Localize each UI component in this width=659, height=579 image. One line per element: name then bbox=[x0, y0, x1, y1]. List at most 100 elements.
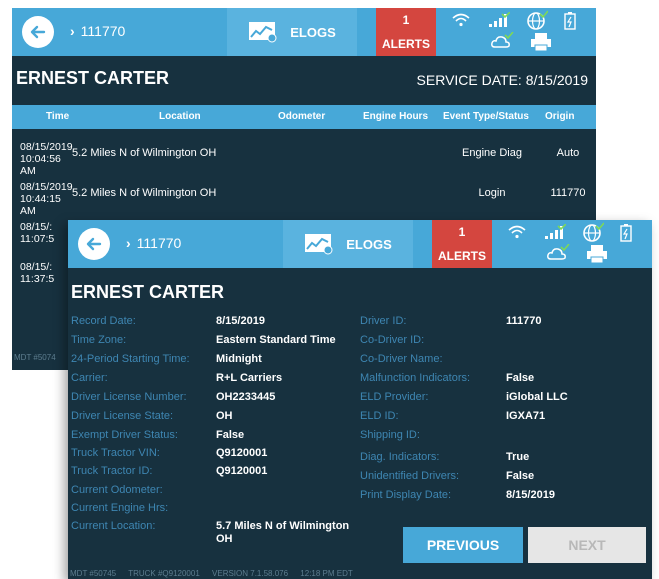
alerts-label: ALERTS bbox=[382, 37, 430, 51]
elogs-label: ELOGS bbox=[346, 236, 392, 252]
field-label: Driver ID: bbox=[360, 315, 407, 327]
front-driver-info-screen: › 111770 ELOGS 1 ALERTS ERNEST CARTER Re… bbox=[68, 220, 652, 579]
printer-icon bbox=[531, 33, 551, 52]
field-label: Print Display Date: bbox=[360, 489, 452, 501]
footer-version: VERSION 7.1.58.076 bbox=[212, 569, 289, 578]
row-date: 08/15/2019 bbox=[20, 141, 73, 153]
row-time: 08/15/2019 10:44:15 AM bbox=[20, 181, 73, 217]
field-value: False bbox=[506, 372, 535, 384]
alerts-count: 1 bbox=[402, 13, 410, 27]
field-value: IGXA71 bbox=[506, 410, 546, 422]
field-label: Unidentified Drivers: bbox=[360, 470, 460, 482]
status-icons bbox=[442, 8, 596, 56]
breadcrumb[interactable]: › 111770 bbox=[126, 235, 181, 251]
row-date: 08/15/: bbox=[20, 261, 53, 273]
column-header: Location bbox=[159, 111, 201, 122]
field-value: R+L Carriers bbox=[216, 372, 283, 384]
breadcrumb-driver-id: 111770 bbox=[136, 235, 182, 251]
field-label: Time Zone: bbox=[71, 334, 127, 346]
back-button[interactable] bbox=[22, 16, 54, 48]
wifi-icon bbox=[508, 225, 526, 239]
field-value: 5.7 Miles N of Wilmington bbox=[216, 520, 350, 532]
field-label: Co-Driver ID: bbox=[360, 334, 425, 346]
row-time: 08/15/2019 10:04:56 AM bbox=[20, 141, 73, 177]
field-value: Q9120001 bbox=[216, 447, 268, 459]
cloud-icon bbox=[491, 32, 514, 48]
field-label: Driver License Number: bbox=[71, 391, 187, 403]
elogs-label: ELOGS bbox=[290, 24, 336, 40]
column-header: Odometer bbox=[278, 111, 326, 122]
field-value: Midnight bbox=[216, 353, 262, 365]
alerts-label: ALERTS bbox=[438, 249, 486, 263]
row-time: 08/15/: 11:37:5 bbox=[20, 261, 72, 285]
field-value: 111770 bbox=[506, 315, 542, 327]
alerts-count: 1 bbox=[458, 225, 466, 239]
field-value: OH2233445 bbox=[216, 391, 276, 403]
next-button[interactable]: NEXT bbox=[528, 527, 646, 563]
field-label: Current Engine Hrs: bbox=[71, 502, 169, 514]
row-date: 08/15/2019 bbox=[20, 181, 73, 193]
elogs-chart-icon bbox=[305, 234, 333, 255]
breadcrumb-driver-id: 111770 bbox=[80, 23, 126, 39]
row-location: 5.2 Miles N of Wilmington OH bbox=[72, 147, 217, 159]
battery-icon bbox=[564, 12, 576, 30]
row-clock: 10:44:15 AM bbox=[20, 193, 61, 217]
cloud-icon bbox=[547, 244, 570, 260]
field-label: Co-Driver Name: bbox=[360, 353, 443, 365]
field-label: ELD Provider: bbox=[360, 391, 429, 403]
field-label: Diag. Indicators: bbox=[360, 451, 440, 463]
field-label: ELD ID: bbox=[360, 410, 399, 422]
alerts-button[interactable]: 1 ALERTS bbox=[376, 8, 436, 56]
field-value: 8/15/2019 bbox=[216, 315, 265, 327]
field-label: Exempt Driver Status: bbox=[71, 429, 178, 441]
globe-icon bbox=[583, 222, 604, 242]
row-event: Login bbox=[478, 187, 506, 199]
field-value: False bbox=[216, 429, 245, 441]
field-value: True bbox=[506, 451, 530, 463]
status-icons bbox=[498, 220, 652, 268]
row-clock: 11:07:5 bbox=[20, 233, 55, 245]
field-value: False bbox=[506, 470, 535, 482]
footer-mdt: MDT #50745 bbox=[70, 569, 117, 578]
field-label: Shipping ID: bbox=[360, 429, 420, 441]
column-header: Event Type/Status bbox=[443, 111, 529, 122]
field-label: Truck Tractor ID: bbox=[71, 465, 153, 477]
globe-icon bbox=[527, 10, 548, 30]
row-origin: 111770 bbox=[550, 187, 586, 199]
footer-truck: TRUCK #Q9120001 bbox=[128, 569, 200, 578]
elogs-button[interactable]: ELOGS bbox=[227, 8, 357, 56]
previous-button[interactable]: PREVIOUS bbox=[403, 527, 523, 563]
field-label: Malfunction Indicators: bbox=[360, 372, 471, 384]
back-footer: MDT #5074 bbox=[14, 353, 56, 362]
battery-icon bbox=[620, 224, 632, 242]
table-row[interactable]: 08/15/2019 10:44:15 AM 5.2 Miles N of Wil… bbox=[12, 175, 596, 217]
back-arrow-icon bbox=[30, 25, 46, 39]
elogs-button[interactable]: ELOGS bbox=[283, 220, 413, 268]
driver-name: ERNEST CARTER bbox=[71, 282, 225, 302]
table-row[interactable]: 08/15/2019 10:04:56 AM 5.2 Miles N of Wil… bbox=[12, 135, 596, 177]
printer-icon bbox=[587, 245, 607, 264]
field-value: iGlobal LLC bbox=[506, 391, 568, 403]
footer-time: 12:18 PM EDT bbox=[300, 569, 353, 578]
field-label: Truck Tractor VIN: bbox=[71, 447, 160, 459]
field-label: Current Location: bbox=[71, 520, 156, 532]
row-time: 08/15/: 11:07:5 bbox=[20, 221, 72, 245]
wifi-icon bbox=[452, 13, 470, 27]
breadcrumb[interactable]: › 111770 bbox=[70, 23, 125, 39]
field-value: Eastern Standard Time bbox=[216, 334, 336, 346]
field-label: Carrier: bbox=[71, 372, 108, 384]
column-header: Engine Hours bbox=[363, 111, 429, 122]
row-clock: 10:04:56 AM bbox=[20, 153, 61, 177]
field-label: 24-Period Starting Time: bbox=[71, 353, 190, 365]
column-header: Origin bbox=[545, 111, 575, 122]
chevron-right-icon: › bbox=[126, 235, 131, 251]
signal-bars-icon bbox=[489, 12, 510, 27]
row-clock: 11:37:5 bbox=[20, 273, 55, 285]
chevron-right-icon: › bbox=[70, 23, 75, 39]
alerts-button[interactable]: 1 ALERTS bbox=[432, 220, 492, 268]
column-header: Time bbox=[46, 111, 70, 122]
row-location: 5.2 Miles N of Wilmington OH bbox=[72, 187, 217, 199]
back-button[interactable] bbox=[78, 228, 110, 260]
back-arrow-icon bbox=[86, 237, 102, 251]
log-table-header: Time Location Odometer Engine Hours Even… bbox=[12, 105, 596, 129]
